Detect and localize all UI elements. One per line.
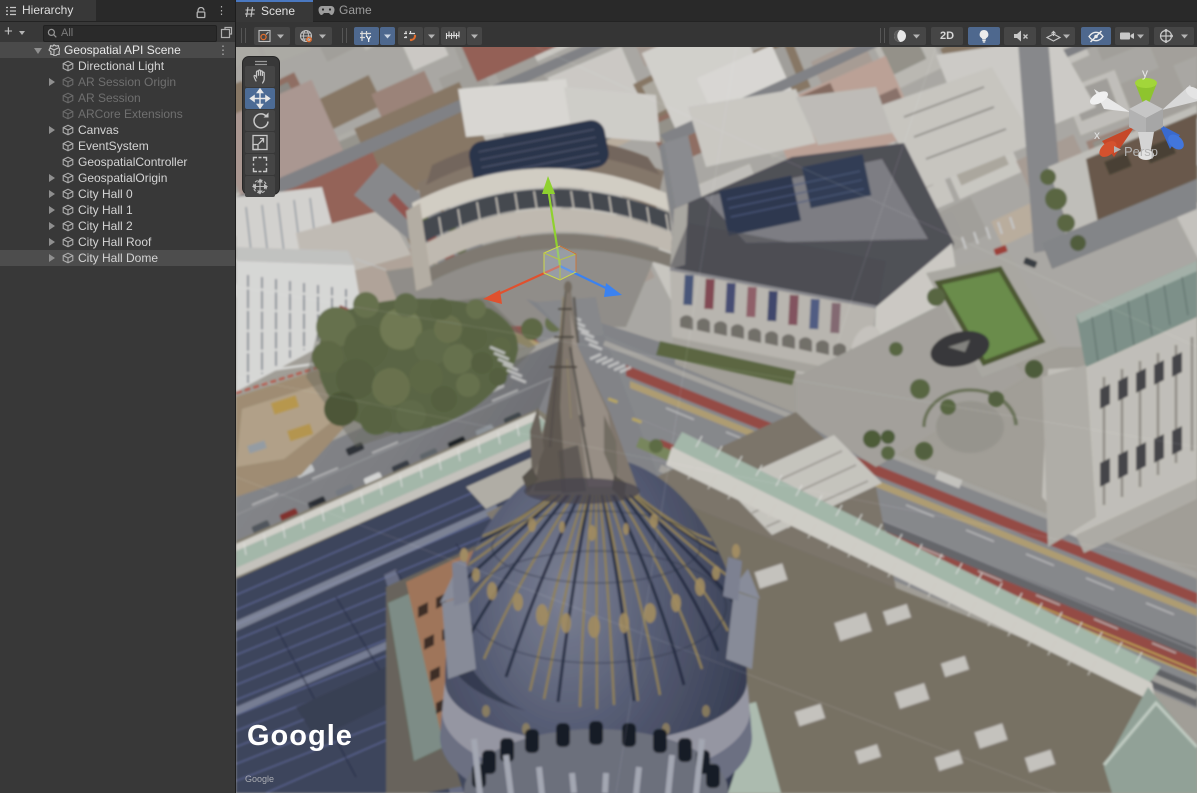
svg-text:Persp: Persp <box>1124 144 1158 159</box>
svg-text:Y: Y <box>366 35 372 44</box>
svg-text:x: x <box>1094 128 1100 142</box>
svg-text:y: y <box>1142 66 1148 80</box>
